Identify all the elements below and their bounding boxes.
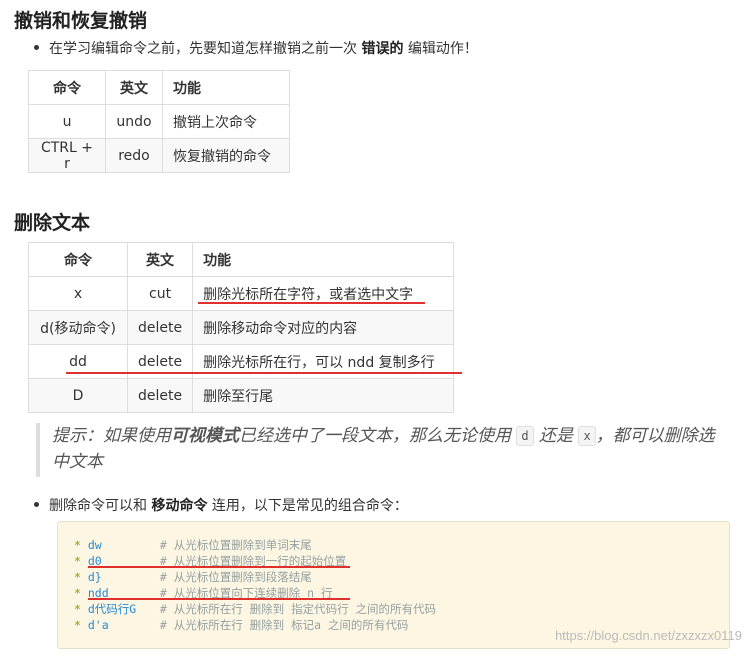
table-cell: d(移动命令) [28, 310, 128, 345]
table-cell: undo [105, 104, 163, 139]
table-cell: u [28, 104, 106, 139]
bold-keyword: 错误的 [361, 41, 404, 57]
bullet-combo-intro: 删除命令可以和 移动命令 连用，以下是常见的组合命令： [34, 495, 408, 515]
bold-keyword: 移动命令 [151, 498, 208, 514]
table-cell: 删除移动命令对应的内容 [192, 310, 455, 345]
section-title-undo: 撤销和恢复撤销 [14, 10, 148, 32]
header-cell: 命令 [28, 70, 106, 105]
header-cell: 功能 [162, 70, 290, 105]
table-row: x cut 删除光标所在字符，或者选中文字 [28, 276, 455, 311]
header-cell: 命令 [28, 242, 128, 277]
table-cell: 删除光标所在字符，或者选中文字 [192, 276, 455, 311]
bold-visual-mode: 可视模式 [171, 426, 239, 446]
table-cell: CTRL + r [28, 138, 106, 173]
code-line: * d} # 从光标位置删除到段落结尾 [74, 570, 312, 584]
red-underline-x [198, 302, 425, 304]
section-title-delete: 删除文本 [14, 212, 91, 234]
table-row: CTRL + r redo 恢复撤销的命令 [28, 138, 290, 173]
bullet-undo-intro: 在学习编辑命令之前，先要知道怎样撤销之前一次 错误的 编辑动作！ [34, 38, 478, 58]
table-row: d(移动命令) delete 删除移动命令对应的内容 [28, 310, 455, 345]
code-line: * dw # 从光标位置删除到单词末尾 [74, 538, 312, 552]
table-header-row: 命令 英文 功能 [28, 242, 455, 277]
table-cell: x [28, 276, 128, 311]
table-cell: 恢复撤销的命令 [162, 138, 290, 173]
code-line: * d代码行G # 从光标所在行 删除到 指定代码行 之间的所有代码 [74, 602, 436, 616]
table-cell: delete [126, 310, 194, 345]
code-line: * d'a # 从光标所在行 删除到 标记a 之间的所有代码 [74, 618, 409, 632]
tip-blockquote: 提示：如果使用可视模式已经选中了一段文本，那么无论使用 d 还是 x ，都可以删除… [36, 423, 726, 477]
bullet-dot [34, 44, 39, 50]
table-header-row: 命令 英文 功能 [28, 70, 290, 105]
inline-code-x: x [578, 426, 596, 446]
delete-table: 命令 英文 功能 x cut 删除光标所在字符，或者选中文字 d(移动命令) d… [28, 242, 455, 413]
watermark: https://blog.csdn.net/zxzxzx0119 [555, 628, 742, 643]
table-row: D delete 删除至行尾 [28, 378, 455, 413]
table-row: u undo 撤销上次命令 [28, 104, 290, 139]
table-cell: delete [126, 378, 194, 413]
header-cell: 英文 [126, 242, 194, 277]
header-cell: 功能 [192, 242, 455, 277]
table-cell: 删除至行尾 [192, 378, 455, 413]
red-underline-dd [66, 372, 462, 374]
red-underline-ndd [88, 598, 350, 600]
table-cell: 撤销上次命令 [162, 104, 290, 139]
table-cell: D [28, 378, 128, 413]
undo-table: 命令 英文 功能 u undo 撤销上次命令 CTRL + r redo 恢复撤… [28, 70, 290, 173]
inline-code-d: d [516, 426, 534, 446]
table-cell: redo [105, 138, 163, 173]
header-cell: 英文 [105, 70, 163, 105]
red-underline-d0 [88, 566, 350, 568]
bullet-dot [34, 501, 39, 507]
table-cell: cut [126, 276, 194, 311]
